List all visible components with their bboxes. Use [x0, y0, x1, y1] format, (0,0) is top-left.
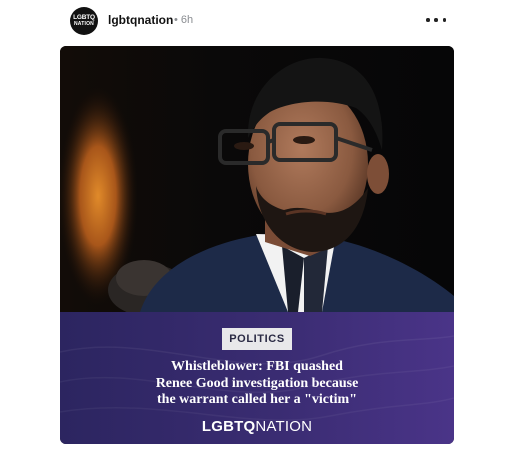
- more-horizontal-icon-dot: [434, 18, 438, 22]
- avatar-text-bottom: NATION: [74, 21, 94, 28]
- headline-banner: POLITICS Whistleblower: FBI quashed Rene…: [60, 312, 454, 444]
- account-username[interactable]: lgbtqnation: [108, 13, 173, 27]
- brand-logo-regular: NATION: [255, 418, 313, 435]
- post-time: 6h: [180, 14, 194, 26]
- post-header: LGBTQ NATION lgbtqnation • 6h: [0, 0, 518, 44]
- category-tag: POLITICS: [222, 328, 292, 350]
- post-image-card[interactable]: POLITICS Whistleblower: FBI quashed Rene…: [60, 46, 454, 444]
- news-photo: [60, 46, 454, 312]
- article-headline: Whistleblower: FBI quashed Renee Good in…: [84, 359, 430, 409]
- headline-line: Renee Good investigation because: [155, 375, 359, 391]
- headline-line: Whistleblower: FBI quashed: [171, 359, 343, 374]
- post-meta: • 6h: [174, 14, 193, 26]
- brand-logo-bold: LGBTQ: [201, 418, 256, 435]
- more-horizontal-icon: [426, 18, 430, 22]
- avatar[interactable]: LGBTQ NATION: [70, 7, 98, 35]
- brand-logo: LGBTQNATION: [60, 418, 454, 435]
- more-options-button[interactable]: [426, 12, 446, 28]
- headline-line: the warrant called her a "victim": [157, 392, 357, 407]
- meta-separator: •: [174, 14, 178, 26]
- more-horizontal-icon-dot: [442, 18, 446, 22]
